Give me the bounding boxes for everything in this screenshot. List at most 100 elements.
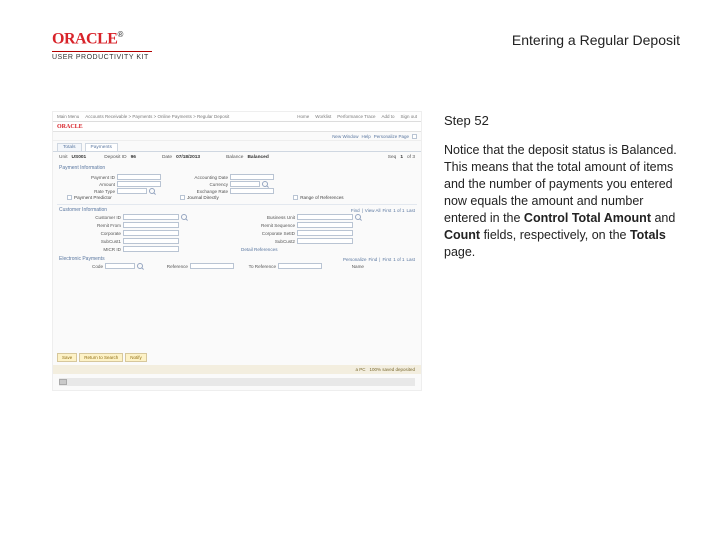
pager-count: 1 of 1 — [393, 257, 404, 262]
nav-link-signout[interactable]: Sign out — [400, 114, 417, 119]
custid-input[interactable] — [123, 214, 179, 220]
journal-label: Journal Directly — [187, 195, 219, 200]
currency-label: Currency — [180, 182, 228, 187]
sub1-input[interactable] — [123, 238, 179, 244]
scrollbar-thumb[interactable] — [59, 379, 67, 385]
journal-checkbox[interactable] — [180, 195, 185, 200]
exchrate-label: Exchange Rate — [180, 189, 228, 194]
main-menu-label[interactable]: Main Menu — [57, 114, 79, 119]
paymentid-label: Payment ID — [67, 175, 115, 180]
breadcrumb: Accounts Receivable > Payments > Online … — [85, 114, 229, 119]
soft-link-newwindow[interactable]: New Window — [332, 134, 358, 139]
bu-label: Business Unit — [241, 215, 295, 220]
remitseq-input[interactable] — [297, 222, 353, 228]
tab-totals[interactable]: Totals — [57, 143, 82, 151]
micr-label: MICR ID — [67, 247, 121, 252]
currency-input[interactable] — [230, 181, 260, 187]
lookup-icon[interactable] — [181, 214, 187, 220]
ratetype-input[interactable] — [117, 188, 147, 194]
amount-label: Amount — [67, 182, 115, 187]
lookup-icon[interactable] — [149, 188, 155, 194]
status-bar: a PC 100% saved deposited — [53, 365, 421, 374]
notify-button[interactable]: Notify — [125, 353, 147, 362]
elec-name-label: Name — [328, 264, 364, 269]
sub1-label: SubCust1 — [67, 239, 121, 244]
lookup-icon[interactable] — [355, 214, 361, 220]
brand-rule — [52, 51, 152, 52]
brand-subtitle: USER PRODUCTIVITY KIT — [52, 54, 152, 61]
nav-link-trace[interactable]: Performance Trace — [337, 114, 375, 119]
remit-label: Remit From — [67, 223, 121, 228]
elec-toref-input[interactable] — [278, 263, 322, 269]
detail-ref-link[interactable]: Detail References — [241, 247, 278, 252]
deposit-id-label: Deposit ID — [104, 155, 126, 160]
ratetype-label: Rate Type — [67, 189, 115, 194]
range-checkbox[interactable] — [293, 195, 298, 200]
pager-first[interactable]: First — [382, 208, 391, 213]
corpset-input[interactable] — [297, 230, 353, 236]
sub2-input[interactable] — [297, 238, 353, 244]
pager-viewall[interactable]: View All — [365, 208, 381, 213]
nav-link-worklist[interactable]: Worklist — [315, 114, 331, 119]
soft-link-personalize[interactable]: Personalize Page — [374, 134, 409, 139]
elec-ref-input[interactable] — [190, 263, 234, 269]
step-label: Step 52 — [444, 113, 680, 128]
save-button[interactable]: Save — [57, 353, 77, 362]
acctdate-input[interactable] — [230, 174, 274, 180]
section-payment-title: Payment Information — [53, 163, 421, 173]
oracle-logo: ORACLE® — [52, 30, 152, 48]
pager-sep: | — [379, 257, 380, 262]
elec-toref-label: To Reference — [240, 264, 276, 269]
pager-find[interactable]: Find — [369, 257, 378, 262]
amount-input[interactable] — [117, 181, 161, 187]
lookup-icon[interactable] — [137, 263, 143, 269]
remit-input[interactable] — [123, 222, 179, 228]
pager-last[interactable]: Last — [406, 257, 415, 262]
page-title: Entering a Regular Deposit — [512, 32, 680, 48]
horizontal-scrollbar[interactable] — [59, 378, 415, 386]
pager-sep: | — [362, 208, 363, 213]
unit-label: Unit — [59, 155, 68, 160]
micr-input[interactable] — [123, 246, 179, 252]
nav-link-home[interactable]: Home — [297, 114, 309, 119]
seq-of: of 3 — [407, 155, 415, 160]
section-customer-title: Customer Information — [59, 207, 107, 213]
balance-value: Balanced — [247, 155, 268, 160]
pager-first[interactable]: First — [382, 257, 391, 262]
paymentid-input[interactable] — [117, 174, 161, 180]
global-nav: Main Menu Accounts Receivable > Payments… — [53, 112, 421, 122]
unit-value: US001 — [72, 155, 87, 160]
customer-pager: Find | View All First 1 of 1 Last — [351, 208, 415, 213]
predictor-checkbox[interactable] — [67, 195, 72, 200]
return-button[interactable]: Return to Search — [79, 353, 123, 362]
app-screenshot: Main Menu Accounts Receivable > Payments… — [52, 111, 422, 391]
status-text: 100% saved deposited — [369, 367, 415, 372]
corpset-label: Corporate SetID — [241, 231, 295, 236]
range-label: Range of References — [300, 195, 343, 200]
seq-label: Seq — [388, 155, 397, 160]
balance-label: Balance — [226, 155, 243, 160]
nav-link-addto[interactable]: Add to — [381, 114, 394, 119]
corp-input[interactable] — [123, 230, 179, 236]
lookup-icon[interactable] — [262, 181, 268, 187]
elec-pager: Personalize Find | First 1 of 1 Last — [343, 257, 415, 262]
predictor-label: Payment Predictor — [74, 195, 112, 200]
elec-code-label: Code — [67, 264, 103, 269]
pager-find[interactable]: Find — [351, 208, 360, 213]
bu-input[interactable] — [297, 214, 353, 220]
remitseq-label: Remit Sequence — [241, 223, 295, 228]
app-logo: ORACLE — [57, 124, 83, 130]
tab-payments[interactable]: Payments — [85, 143, 118, 151]
http-icon — [412, 134, 417, 139]
exchrate-input[interactable] — [230, 188, 274, 194]
elec-code-input[interactable] — [105, 263, 135, 269]
section-elec-title: Electronic Payments — [59, 256, 105, 262]
soft-link-help[interactable]: Help — [361, 134, 370, 139]
sub2-label: SubCust2 — [241, 239, 295, 244]
pager-personalize[interactable]: Personalize — [343, 257, 367, 262]
custid-label: Customer ID — [67, 215, 121, 220]
instruction-text: Notice that the deposit status is Balanc… — [444, 142, 680, 260]
elec-ref-label: Reference — [152, 264, 188, 269]
pager-last[interactable]: Last — [406, 208, 415, 213]
corp-label: Corporate — [67, 231, 121, 236]
